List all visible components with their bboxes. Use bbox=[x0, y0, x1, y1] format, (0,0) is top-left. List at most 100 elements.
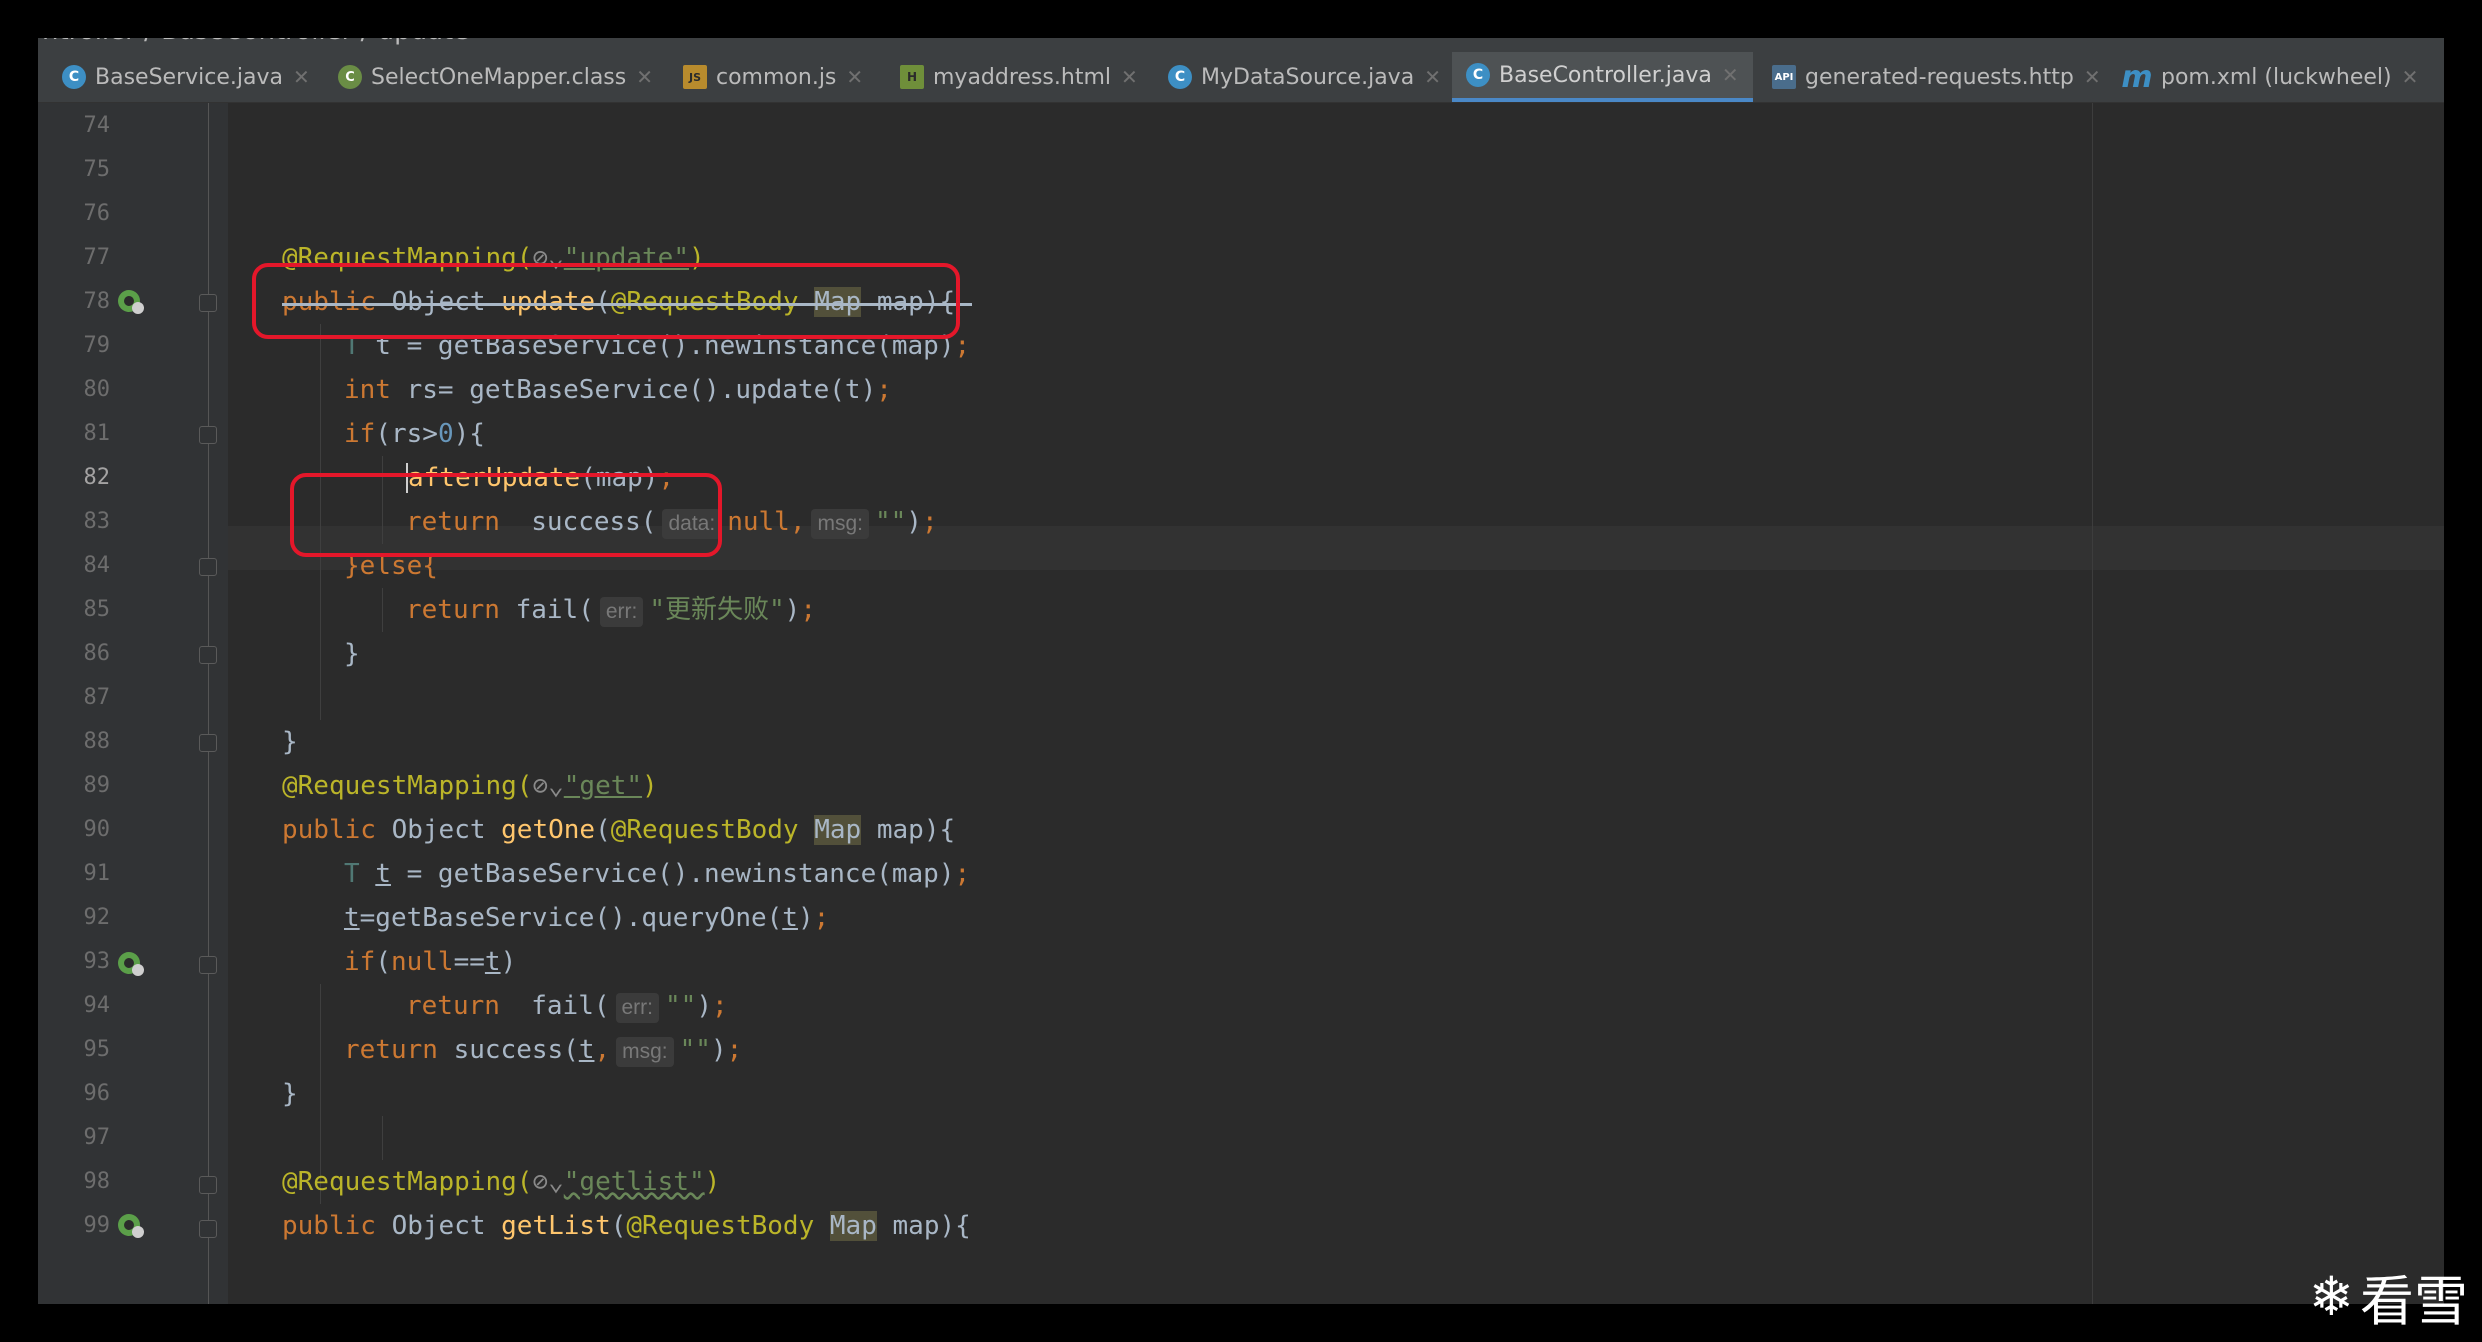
code-line-95[interactable]: return success(t, msg: ""); bbox=[344, 1028, 742, 1072]
punct: ( bbox=[595, 815, 611, 845]
fold-marker-icon[interactable] bbox=[199, 734, 217, 752]
line-number: 89 bbox=[83, 773, 111, 798]
spring-endpoint-icon[interactable] bbox=[116, 948, 146, 978]
punct: ; bbox=[711, 991, 728, 1021]
tab-label: myaddress.html bbox=[933, 64, 1111, 90]
keyword: int bbox=[344, 375, 391, 405]
fold-marker-icon[interactable] bbox=[199, 956, 217, 974]
line-number: 82 bbox=[83, 465, 111, 490]
line-number: 99 bbox=[83, 1213, 111, 1238]
tab-label: SelectOneMapper.class bbox=[371, 64, 627, 90]
tab-selectonemapper-class[interactable]: C SelectOneMapper.class ✕ bbox=[338, 52, 653, 102]
punct: } bbox=[344, 639, 360, 669]
code-line-86[interactable]: } bbox=[344, 632, 360, 676]
code-line-90[interactable]: public Object getOne(@RequestBody Map ma… bbox=[282, 808, 955, 852]
highlight-box-after-update bbox=[290, 473, 722, 557]
code-line-94[interactable]: return fail(err: ""); bbox=[406, 984, 728, 1028]
code-line-96[interactable]: } bbox=[282, 1072, 298, 1116]
code-line-93[interactable]: if(null==t) bbox=[344, 940, 516, 984]
code-line-80[interactable]: int rs= getBaseService().update(t); bbox=[344, 368, 892, 412]
close-icon[interactable]: ✕ bbox=[2084, 65, 2101, 89]
fold-marker-icon[interactable] bbox=[199, 426, 217, 444]
punct: ; bbox=[921, 507, 938, 537]
punct: ) bbox=[704, 1167, 721, 1197]
tab-baseservice-java[interactable]: C BaseService.java ✕ bbox=[62, 52, 310, 102]
close-icon[interactable]: ✕ bbox=[293, 65, 310, 89]
code-text: =getBaseService().queryOne( bbox=[359, 903, 783, 933]
tab-pom-xml[interactable]: m pom.xml (luckwheel) ✕ bbox=[2121, 52, 2419, 102]
method-name: getList bbox=[501, 1211, 611, 1241]
keyword: public bbox=[282, 1211, 376, 1241]
keyword: public bbox=[282, 815, 376, 845]
annotation: @RequestBody bbox=[626, 1211, 815, 1241]
parameter-hint: err: bbox=[599, 597, 644, 627]
punct: ) bbox=[500, 947, 517, 977]
line-number: 91 bbox=[83, 861, 111, 886]
punct: ; bbox=[876, 375, 892, 405]
line-number: 77 bbox=[83, 245, 111, 270]
line-number: 78 bbox=[83, 289, 111, 314]
code-line-91[interactable]: T t = getBaseService().newinstance(map); bbox=[344, 852, 970, 896]
tab-basecontroller-java[interactable]: C BaseController.java ✕ bbox=[1452, 52, 1753, 102]
tab-label: pom.xml (luckwheel) bbox=[2161, 64, 2392, 90]
code-line-99[interactable]: public Object getList(@RequestBody Map m… bbox=[282, 1204, 971, 1248]
web-globe-icon[interactable]: ⊘⌄ bbox=[532, 771, 563, 801]
annotation: @RequestMapping( bbox=[282, 1167, 533, 1197]
code-line-92[interactable]: t=getBaseService().queryOne(t); bbox=[344, 896, 829, 940]
punct: ) bbox=[784, 595, 801, 625]
close-icon[interactable]: ✕ bbox=[636, 65, 653, 89]
method-call: fail( bbox=[499, 595, 594, 625]
fold-marker-icon[interactable] bbox=[199, 558, 217, 576]
punct: map){ bbox=[876, 1211, 971, 1241]
close-icon[interactable]: ✕ bbox=[1121, 65, 1138, 89]
fold-marker-icon[interactable] bbox=[199, 294, 217, 312]
punct: ) bbox=[642, 771, 658, 801]
keyword: if bbox=[344, 419, 376, 449]
java-class-icon: C bbox=[62, 65, 86, 89]
tab-generated-requests-http[interactable]: API generated-requests.http ✕ bbox=[1772, 52, 2101, 102]
line-number: 98 bbox=[83, 1169, 111, 1194]
punct: ) bbox=[797, 903, 814, 933]
editor-tab-bar: C BaseService.java ✕ C SelectOneMapper.clas… bbox=[38, 52, 2444, 103]
breadcrumb-text: ntroller / BaseController / update bbox=[42, 38, 469, 46]
line-number: 75 bbox=[83, 157, 111, 182]
close-icon[interactable]: ✕ bbox=[2402, 65, 2419, 89]
fold-marker-icon[interactable] bbox=[199, 1176, 217, 1194]
gutter-separator bbox=[208, 103, 209, 1304]
tab-myaddress-html[interactable]: Hmyaddress.html ✕ bbox=[900, 52, 1138, 102]
code-editor[interactable]: 74 75 76 77 78 79 80 81 82 83 84 85 86 8… bbox=[38, 103, 2444, 1304]
close-icon[interactable]: ✕ bbox=[1424, 65, 1441, 89]
line-number: 94 bbox=[83, 993, 111, 1018]
variable: t bbox=[782, 903, 798, 933]
code-line-85[interactable]: return fail(err: "更新失败"); bbox=[406, 588, 816, 632]
code-line-88[interactable]: } bbox=[282, 720, 298, 764]
fold-marker-icon[interactable] bbox=[199, 1220, 217, 1238]
java-class-icon: C bbox=[1466, 63, 1490, 87]
punct: ){ bbox=[453, 419, 485, 449]
code-line-81[interactable]: if(rs>0){ bbox=[344, 412, 485, 456]
javascript-file-icon: JS bbox=[683, 65, 707, 89]
spring-endpoint-icon[interactable] bbox=[116, 286, 146, 316]
spring-endpoint-icon[interactable] bbox=[116, 1210, 146, 1240]
line-number: 79 bbox=[83, 333, 111, 358]
code-line-98[interactable]: @RequestMapping(⊘⌄"getlist") bbox=[282, 1160, 720, 1204]
java-class-icon: C bbox=[1168, 65, 1192, 89]
breadcrumb: ntroller / BaseController / update bbox=[38, 38, 2444, 52]
maven-icon: m bbox=[2121, 59, 2153, 95]
tab-mydatasource-java[interactable]: C MyDataSource.java ✕ bbox=[1168, 52, 1441, 102]
tab-common-js[interactable]: JS common.js ✕ bbox=[683, 52, 863, 102]
method-call: success( bbox=[437, 1035, 579, 1065]
code-text: rs= getBaseService().update(t) bbox=[390, 375, 877, 405]
type-name: Map bbox=[829, 1211, 877, 1241]
web-globe-icon[interactable]: ⊘⌄ bbox=[532, 1167, 563, 1197]
fold-marker-icon[interactable] bbox=[199, 646, 217, 664]
string-literal: "" bbox=[665, 991, 697, 1021]
line-number: 95 bbox=[83, 1037, 111, 1062]
http-api-icon: API bbox=[1772, 65, 1796, 89]
close-icon[interactable]: ✕ bbox=[1722, 63, 1739, 87]
string-literal: "get" bbox=[563, 771, 643, 801]
punct: ) bbox=[906, 507, 922, 537]
punct: ( bbox=[375, 947, 391, 977]
close-icon[interactable]: ✕ bbox=[846, 65, 863, 89]
code-line-89[interactable]: @RequestMapping(⊘⌄"get") bbox=[282, 764, 658, 808]
